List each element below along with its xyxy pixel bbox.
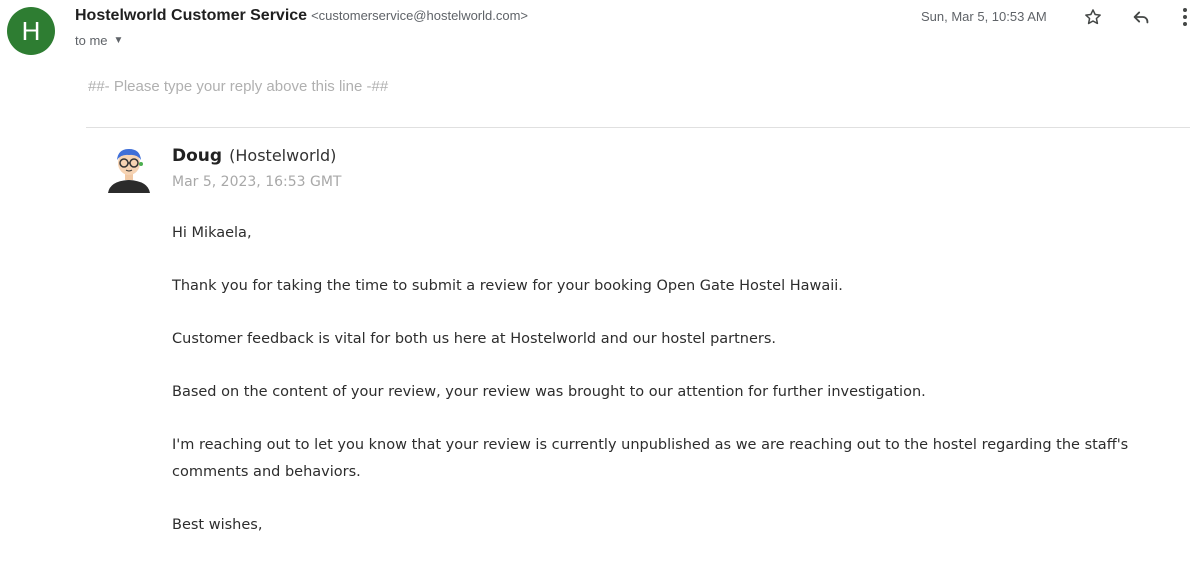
body-paragraph: Best wishes,	[172, 517, 263, 533]
body-paragraph: Hi Mikaela,	[172, 225, 252, 241]
star-icon	[1085, 9, 1101, 25]
message-body: Hi Mikaela, Thank you for taking the tim…	[172, 220, 1162, 565]
agent-avatar	[108, 149, 150, 193]
sender-line: Hostelworld Customer Service <customerse…	[75, 7, 528, 25]
sender-email: <customerservice@hostelworld.com>	[311, 8, 529, 23]
agent-signature-line: Doug (Hostelworld)	[172, 146, 336, 166]
body-paragraph: Thank you for taking the time to submit …	[172, 278, 843, 294]
agent-date: Mar 5, 2023, 16:53 GMT	[172, 174, 342, 190]
divider	[86, 127, 1190, 128]
more-vert-icon	[1183, 8, 1187, 26]
body-paragraph: Based on the content of your review, you…	[172, 384, 926, 400]
chevron-down-icon[interactable]: ▼	[114, 35, 124, 46]
agent-org: (Hostelworld)	[229, 146, 337, 165]
agent-name: Doug	[172, 146, 223, 166]
more-options-button[interactable]	[1176, 4, 1194, 30]
reply-button[interactable]	[1128, 4, 1154, 30]
star-button[interactable]	[1080, 4, 1106, 30]
reply-marker-line: ##- Please type your reply above this li…	[88, 78, 389, 95]
message-date: Sun, Mar 5, 10:53 AM	[921, 9, 1047, 24]
body-paragraph: Customer feedback is vital for both us h…	[172, 331, 777, 347]
reply-icon	[1133, 11, 1149, 24]
body-paragraph: I'm reaching out to let you know that yo…	[172, 437, 1129, 480]
recipient-label: to me	[75, 33, 108, 48]
sender-avatar[interactable]: H	[7, 7, 55, 55]
sender-name[interactable]: Hostelworld Customer Service	[75, 7, 307, 25]
recipient-toggle[interactable]: to me ▼	[75, 33, 123, 48]
